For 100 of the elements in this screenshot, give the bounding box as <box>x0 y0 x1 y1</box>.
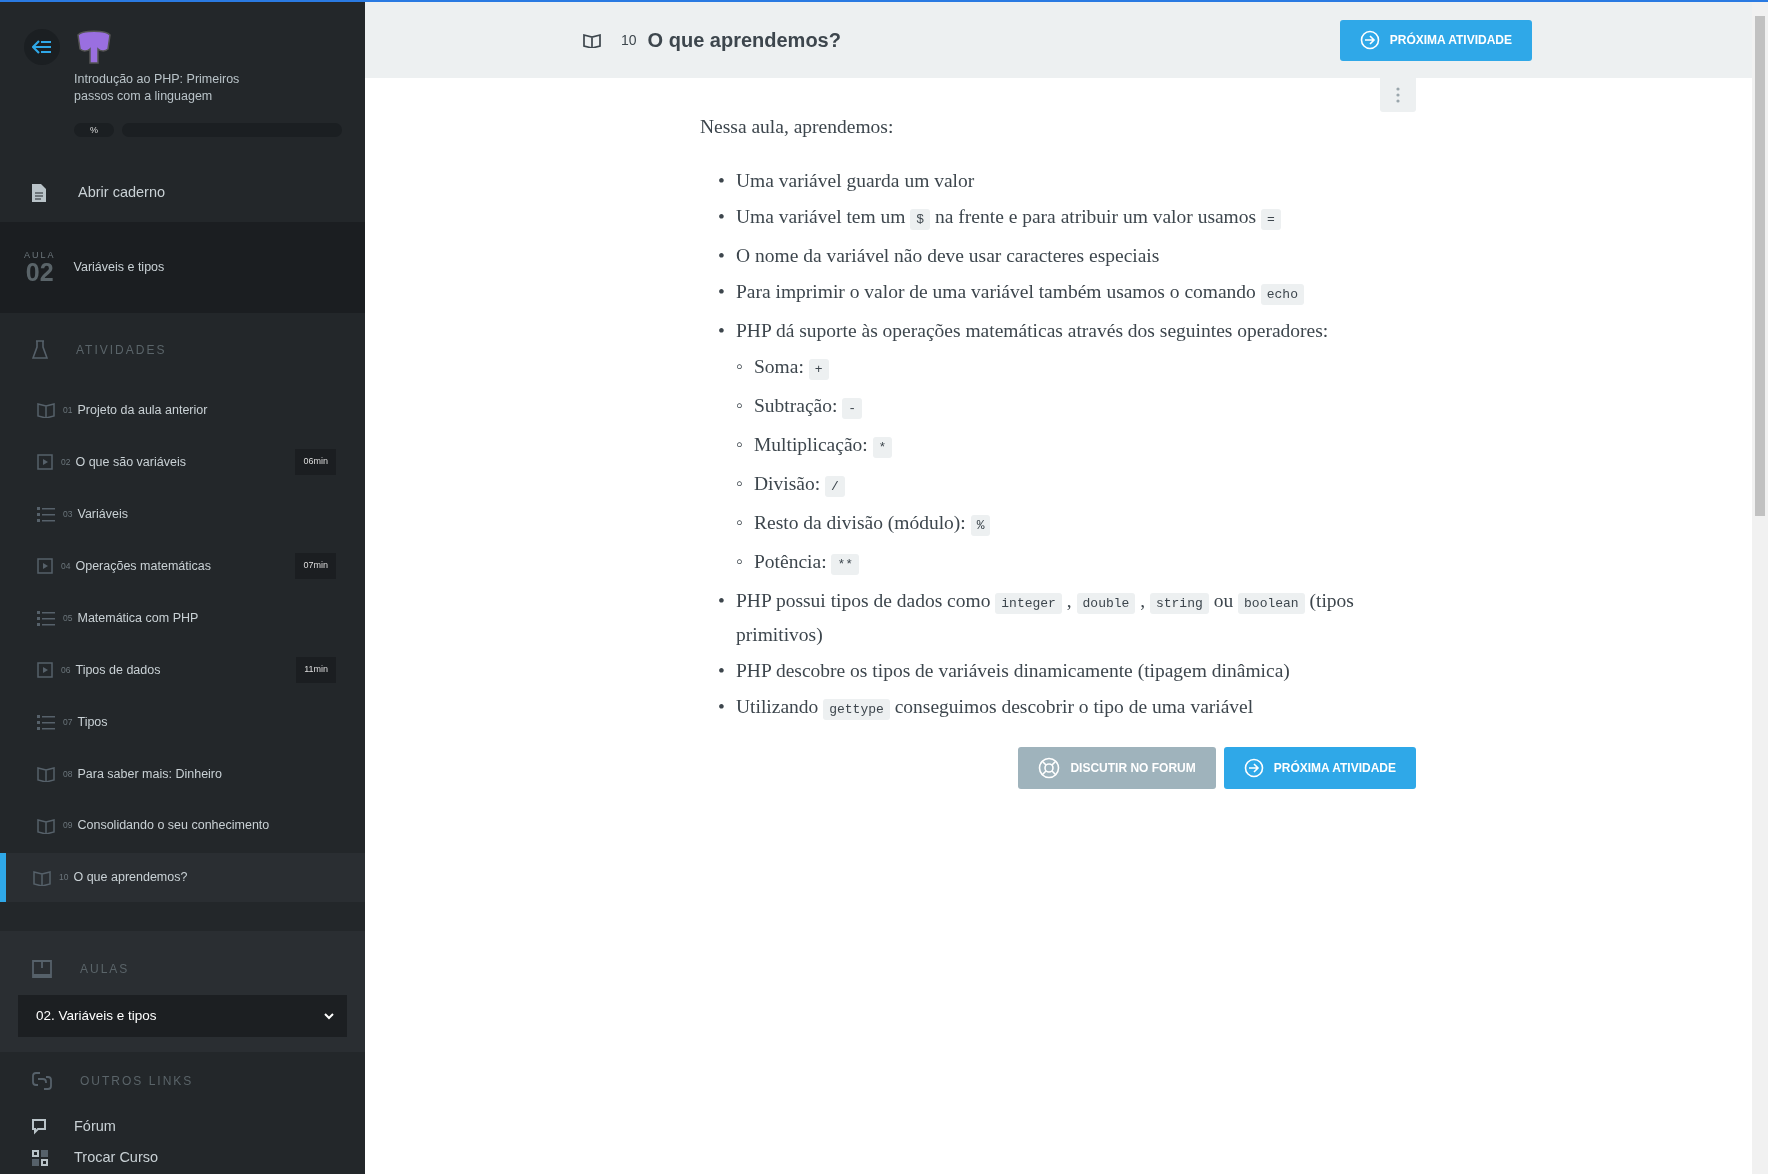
list-item-text: Soma: + <box>754 351 829 386</box>
bullet-marker: • <box>718 169 726 194</box>
open-book-icon <box>33 869 51 886</box>
open-book-icon <box>37 402 55 419</box>
list-item-text: PHP descobre os tipos de variáveis dinamicamente (tipagem dinâmica) <box>736 659 1290 684</box>
activity-number: 10 <box>621 30 637 50</box>
more-options-button[interactable] <box>1380 78 1416 112</box>
activity-title: Para saber mais: Dinheiro <box>77 765 222 783</box>
list-item-text: Uma variável tem um $ na frente e para atribuir um valor usamos = <box>736 201 1281 236</box>
lesson-caption: AULA <box>24 250 56 260</box>
activity-number: 10 <box>59 871 69 885</box>
course-title: Introdução ao PHP: Primeiros passos com a linguagem <box>74 71 241 105</box>
document-icon <box>32 183 46 202</box>
activity-item[interactable]: 01 Projeto da aula anterior <box>0 385 365 435</box>
bullet-marker: • <box>718 319 726 344</box>
activity-title: O que aprendemos? <box>73 869 188 887</box>
lifebuoy-icon <box>1038 757 1061 780</box>
activity-item[interactable]: 07 Tipos <box>0 697 365 747</box>
sidebar-link[interactable]: Fórum <box>0 1110 365 1143</box>
flask-icon <box>32 340 48 361</box>
chat-icon <box>32 1118 48 1135</box>
bullet-marker: • <box>718 659 726 684</box>
list-item-text: Potência: ** <box>754 546 860 581</box>
scrollbar[interactable] <box>1752 2 1768 1174</box>
activity-item[interactable]: 05 Matemática com PHP <box>0 593 365 643</box>
lesson-title: Variáveis e tipos <box>73 259 165 277</box>
activity-title: Variáveis <box>77 505 128 523</box>
activity-number: 08 <box>63 767 73 781</box>
activity-item[interactable]: 02 O que são variáveis 06min <box>0 437 365 487</box>
activity-number: 04 <box>61 559 71 573</box>
bullet-marker: ◦ <box>736 355 744 380</box>
list-item-text: Multiplicação: * <box>754 429 893 464</box>
play-icon <box>37 454 53 471</box>
duration-badge: 07min <box>295 553 336 579</box>
activity-title: Operações matemáticas <box>75 557 211 575</box>
activity-number: 03 <box>63 507 73 521</box>
lesson-number: 02 <box>25 259 55 284</box>
play-icon <box>37 558 53 574</box>
list-item-text: PHP dá suporte às operações matemáticas através dos seguintes operadores: <box>736 319 1329 344</box>
list-item-text: Utilizando gettype conseguimos descobrir o tipo de uma variável <box>736 691 1254 726</box>
activity-title: Projeto da aula anterior <box>77 401 208 419</box>
activity-item[interactable]: 06 Tipos de dados 11min <box>0 645 365 695</box>
list-item-text: Resto da divisão (módulo): % <box>754 507 991 542</box>
activity-item[interactable]: 03 Variáveis <box>0 489 365 539</box>
bullet-marker: • <box>718 695 726 720</box>
activity-number: 05 <box>63 611 73 625</box>
bullet-marker: ◦ <box>736 550 744 575</box>
activity-title: Tipos de dados <box>75 661 161 679</box>
collapse-menu-button[interactable] <box>24 29 60 65</box>
list-item-text: Uma variável guarda um valor <box>736 169 975 194</box>
scrollbar-thumb[interactable] <box>1755 16 1765 516</box>
page-title: O que aprendemos? <box>647 28 841 53</box>
section-heading: ATIVIDADES <box>76 342 167 360</box>
list-icon <box>37 610 55 626</box>
activity-item[interactable]: 04 Operações matemáticas 07min <box>0 541 365 591</box>
book-icon <box>32 960 52 979</box>
activity-title: O que são variáveis <box>75 453 186 471</box>
list-icon <box>37 506 55 523</box>
open-book-icon <box>37 817 55 834</box>
activity-number: 06 <box>61 663 71 677</box>
sidebar-link[interactable]: Trocar Curso <box>0 1142 365 1174</box>
kebab-icon <box>1396 87 1400 103</box>
activity-item[interactable]: 09 Consolidando o seu conhecimento <box>0 801 365 851</box>
lesson-dropdown[interactable]: 02. Variáveis e tipos <box>18 995 347 1038</box>
open-book-icon <box>583 32 601 48</box>
activity-item[interactable]: 08 Para saber mais: Dinheiro <box>0 749 365 799</box>
arrow-circle-icon <box>1359 30 1380 50</box>
grid-icon <box>32 1150 48 1167</box>
section-heading: OUTROS LINKS <box>80 1073 194 1091</box>
bullet-marker: ◦ <box>736 433 744 458</box>
activity-title: Tipos <box>77 713 108 731</box>
arrow-circle-icon <box>1243 758 1264 779</box>
list-item-text: O nome da variável não deve usar caracteres especiais <box>736 244 1160 269</box>
notebook-link[interactable]: Abrir caderno <box>0 163 365 223</box>
bullet-marker: ◦ <box>736 511 744 536</box>
activity-title: Consolidando o seu conhecimento <box>77 817 270 835</box>
activity-number: 07 <box>63 715 73 729</box>
list-item-text: Subtração: - <box>754 390 863 425</box>
bullet-marker: • <box>718 244 726 269</box>
list-item-text: Para imprimir o valor de uma variável também usamos o comando echo <box>736 276 1304 311</box>
play-icon <box>37 661 53 678</box>
activity-number: 09 <box>63 819 73 833</box>
duration-badge: 06min <box>295 449 336 475</box>
intro-text: Nessa aula, aprendemos: <box>700 115 895 139</box>
activity-number: 02 <box>61 455 71 469</box>
open-book-icon <box>37 765 55 782</box>
list-item-text: PHP possui tipos de dados como integer , double , string ou boolean (tipos primitivos) <box>736 589 1355 648</box>
bullet-marker: • <box>718 205 726 230</box>
chevron-down-icon <box>324 1012 334 1020</box>
progress-label: % <box>74 123 114 137</box>
list-icon <box>37 713 55 730</box>
activity-item[interactable]: 10 O que aprendemos? <box>0 853 365 903</box>
bullet-marker: • <box>718 280 726 305</box>
bullet-marker: ◦ <box>736 394 744 419</box>
link-icon <box>32 1071 52 1092</box>
activity-number: 01 <box>63 403 73 417</box>
duration-badge: 11min <box>296 657 336 683</box>
arrow-menu-icon <box>32 40 52 54</box>
activity-title: Matemática com PHP <box>77 609 199 627</box>
bullet-marker: ◦ <box>736 472 744 497</box>
